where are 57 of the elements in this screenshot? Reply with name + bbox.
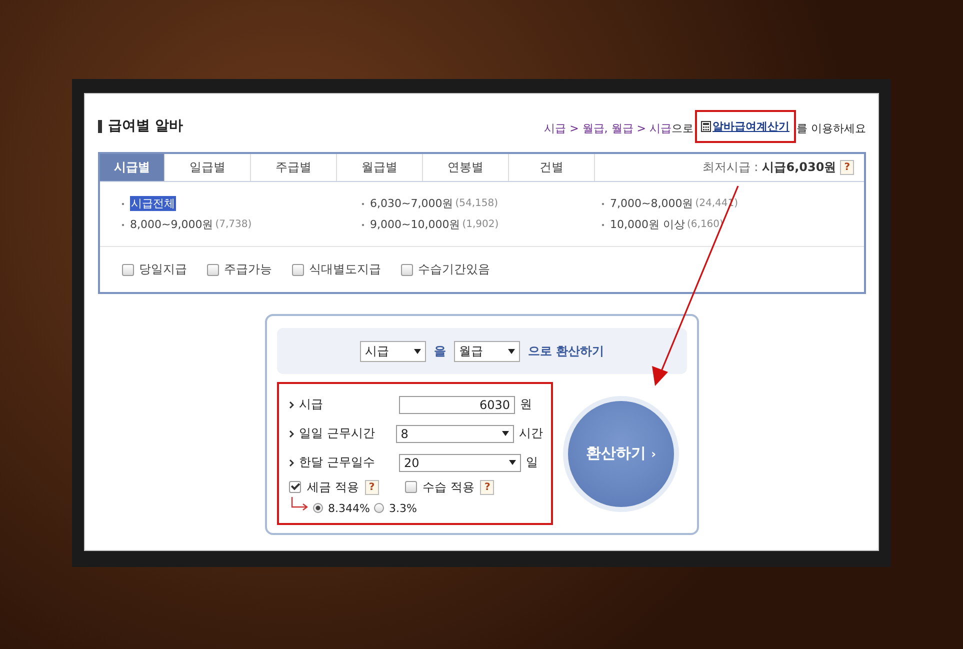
page-title: 급여별 알바 (108, 117, 183, 135)
checkbox[interactable] (404, 481, 417, 493)
checkbox[interactable] (289, 481, 301, 493)
title-marker-icon (98, 120, 102, 132)
select-field[interactable]: 20 (399, 454, 521, 472)
radio-button[interactable] (313, 503, 323, 513)
checkbox[interactable] (401, 264, 413, 276)
calculator-link[interactable]: 알바급여계산기 (694, 110, 796, 142)
from-select[interactable]: 시급 (360, 340, 426, 362)
caret-icon (508, 348, 515, 354)
wage-range-link[interactable]: 8,000~9,000원 (130, 217, 214, 232)
wage-range-link[interactable]: 9,000~10,000원 (370, 217, 460, 232)
to-select[interactable]: 월급 (454, 340, 520, 362)
job-count: (1,902) (462, 219, 499, 230)
rate-label: 8.344% (328, 502, 370, 514)
checkbox[interactable] (122, 264, 134, 276)
job-count: (7,738) (215, 219, 252, 230)
elbow-arrow-icon (291, 497, 309, 511)
wage-input-field[interactable]: 6030 (399, 396, 515, 414)
help-button[interactable]: ? (364, 480, 379, 494)
min-wage-value: 시급6,030원 (762, 159, 836, 176)
particle-text: 을 (434, 342, 446, 360)
unit-label: 원 (520, 396, 532, 413)
rate-label: 3.3% (388, 502, 417, 514)
calculator-icon (700, 120, 710, 132)
caret-icon (414, 348, 421, 354)
help-button[interactable]: ? (480, 480, 494, 494)
filter-label: 식대별도지급 (309, 261, 381, 278)
option-label: 세금 적용 (307, 478, 359, 496)
filter-label: 수습기간있음 (418, 261, 490, 278)
field-label: 한달 근무일수 (299, 454, 376, 471)
unit-label: 시간 (519, 425, 543, 442)
checkbox[interactable] (207, 264, 219, 276)
filter-label: 주급가능 (224, 261, 272, 278)
hint-text: 시급 > 월급, 월급 > 시급으로 알바급여계산기 를 이용하세요 (544, 110, 866, 142)
radio-button[interactable] (374, 503, 384, 513)
wage-range-link[interactable]: 6,030~7,000원 (370, 196, 454, 211)
min-wage-label: 최저시급 : (702, 159, 758, 176)
field-label: 일일 근무시간 (299, 425, 376, 442)
wage-range-link[interactable]: 시급전체 (130, 196, 176, 211)
help-button[interactable]: ? (840, 160, 854, 175)
checkbox[interactable] (292, 264, 304, 276)
unit-label: 일 (526, 454, 538, 471)
chevron-icon (289, 400, 294, 408)
wage-range-link[interactable]: 10,000원 이상 (610, 217, 685, 232)
chevron-icon (289, 458, 294, 466)
field-label: 시급 (299, 396, 324, 413)
option-label: 수습 적용 (422, 478, 474, 496)
wage-tab[interactable]: 시급별 (100, 154, 165, 181)
caret-icon (502, 431, 509, 436)
filter-label: 당일지급 (139, 261, 187, 278)
chevron-icon (289, 430, 294, 438)
convert-suffix-text: 으로 환산하기 (528, 342, 604, 360)
caret-icon (509, 460, 516, 465)
wage-range-link[interactable]: 7,000~8,000원 (610, 196, 694, 211)
select-field[interactable]: 8 (396, 424, 514, 442)
job-count: (54,158) (455, 198, 498, 209)
